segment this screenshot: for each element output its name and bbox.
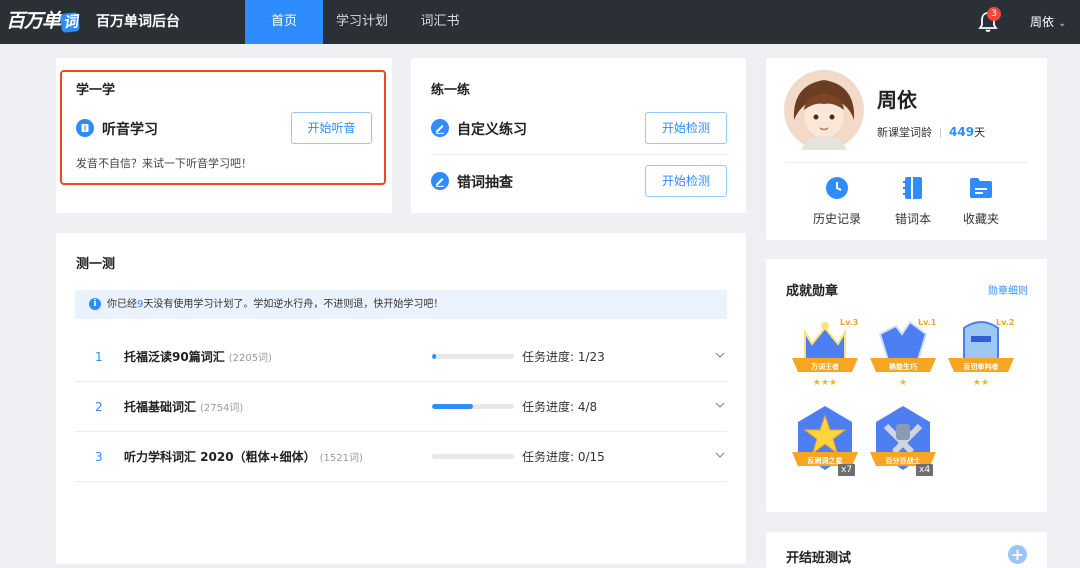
medal-count: x4 bbox=[916, 464, 934, 476]
profile-divider bbox=[786, 162, 1027, 163]
plan-progress-text: 任务进度: 4/8 bbox=[522, 400, 598, 414]
app-logo[interactable]: 百万单词 bbox=[6, 7, 82, 35]
plan-row[interactable]: 2 托福基础词汇 (2754词) 任务进度: 4/8 bbox=[75, 382, 727, 432]
svg-text:Lv.3: Lv.3 bbox=[840, 318, 858, 327]
learn-title: 学一学 bbox=[76, 83, 116, 98]
vocab-age-value: 449 bbox=[949, 125, 975, 139]
plan-progress-fill bbox=[432, 354, 436, 359]
folder-icon bbox=[970, 178, 992, 198]
vocab-age-unit: 天 bbox=[974, 126, 986, 139]
svg-text:Lv.2: Lv.2 bbox=[996, 318, 1014, 327]
notebook-icon bbox=[903, 177, 922, 199]
plan-progress-bar bbox=[432, 454, 514, 459]
tab-vocab-books[interactable]: 词汇书 bbox=[401, 0, 479, 44]
plan-progress-bar bbox=[432, 404, 514, 409]
svg-text:★: ★ bbox=[899, 378, 907, 388]
plan-word-count: (1521词) bbox=[319, 453, 363, 464]
add-class-test-button[interactable]: + bbox=[1008, 545, 1027, 564]
notice-text: 你已经9天没有使用学习计划了。学如逆水行舟，不进则退，快开始学习吧！ bbox=[107, 299, 444, 310]
chevron-down-icon[interactable] bbox=[715, 400, 725, 410]
listen-learn-label: 听音学习 bbox=[102, 122, 158, 138]
plan-progress-bar bbox=[432, 354, 514, 359]
notification-badge: 3 bbox=[987, 7, 1001, 21]
plan-row[interactable]: 1 托福泛读90篇词汇 (2205词) 任务进度: 1/23 bbox=[75, 332, 727, 382]
clock-icon bbox=[826, 177, 848, 199]
svg-text:Lv.1: Lv.1 bbox=[918, 318, 937, 327]
tab-study-plan[interactable]: 学习计划 bbox=[323, 0, 401, 44]
avatar[interactable] bbox=[784, 70, 864, 150]
user-menu-name: 周依 bbox=[1030, 15, 1055, 29]
wrong-words-label: 错词本 bbox=[894, 212, 931, 226]
svg-text:★★: ★★ bbox=[973, 378, 989, 388]
medal-practice-perfect[interactable]: Lv.1 熟能生巧 ★ bbox=[866, 314, 940, 390]
book-icon bbox=[76, 119, 94, 137]
custom-practice-label: 自定义练习 bbox=[457, 122, 527, 138]
plan-name: 托福基础词汇 (2754词) bbox=[124, 400, 244, 414]
wrong-word-start-button[interactable]: 开始检测 bbox=[645, 165, 727, 197]
medal-judge[interactable]: Lv.2 反罚审判者 ★★ bbox=[944, 314, 1018, 390]
achievements-title: 成就勋章 bbox=[786, 284, 839, 299]
badge-rules-link[interactable]: 勋章细则 bbox=[988, 282, 1028, 297]
inactivity-notice: i 你已经9天没有使用学习计划了。学如逆水行舟，不进则退，快开始学习吧！ bbox=[75, 290, 727, 319]
info-icon: i bbox=[89, 298, 101, 310]
plan-index: 1 bbox=[95, 350, 103, 364]
svg-text:★★★: ★★★ bbox=[813, 378, 837, 388]
plan-progress-text: 任务进度: 1/23 bbox=[522, 350, 605, 364]
practice-divider bbox=[431, 154, 727, 155]
history-label: 历史记录 bbox=[812, 212, 861, 226]
plan-name: 托福泛读90篇词汇 (2205词) bbox=[124, 350, 272, 364]
plan-row[interactable]: 3 听力学科词汇 2020（粗体+细体） (1521词) 任务进度: 0/15 bbox=[75, 432, 727, 482]
vocab-age: 新课堂词龄 449天 bbox=[877, 124, 985, 140]
svg-text:熟能生巧: 熟能生巧 bbox=[889, 362, 917, 371]
practice-title: 练一练 bbox=[431, 83, 471, 98]
vocab-age-label: 新课堂词龄 bbox=[877, 126, 932, 139]
chevron-down-icon[interactable] bbox=[715, 450, 725, 460]
plan-index: 2 bbox=[95, 400, 103, 414]
user-menu[interactable]: 周依 ⌄ bbox=[1030, 0, 1066, 46]
plan-word-count: (2754词) bbox=[200, 403, 244, 414]
logo-text: 百万单 bbox=[6, 10, 61, 32]
svg-text:反罚审判者: 反罚审判者 bbox=[964, 362, 999, 371]
learn-description: 发音不自信？来试一下听音学习吧！ bbox=[76, 157, 252, 170]
chevron-down-icon[interactable] bbox=[715, 350, 725, 360]
favorites-label: 收藏夹 bbox=[962, 212, 999, 226]
pencil-icon bbox=[431, 119, 449, 137]
top-nav-bar: 百万单词 百万单词后台 首页 学习计划 词汇书 3 周依 ⌄ bbox=[0, 0, 1080, 44]
start-listening-button[interactable]: 开始听音 bbox=[291, 112, 372, 144]
plan-word-count: (2205词) bbox=[228, 353, 272, 364]
logo-badge: 词 bbox=[60, 12, 80, 33]
tab-home[interactable]: 首页 bbox=[245, 0, 323, 44]
profile-name: 周依 bbox=[877, 88, 917, 112]
test-title: 测一测 bbox=[76, 257, 116, 272]
plan-progress-text: 任务进度: 0/15 bbox=[522, 450, 605, 464]
medal-word-king[interactable]: Lv.3 万词王者 ★★★ bbox=[788, 314, 862, 390]
plan-index: 3 bbox=[95, 450, 103, 464]
custom-practice-start-button[interactable]: 开始检测 bbox=[645, 112, 727, 144]
svg-text:万词王者: 万词王者 bbox=[810, 362, 839, 371]
wrong-word-check-label: 错词抽查 bbox=[457, 175, 513, 191]
pencil-icon bbox=[431, 172, 449, 190]
medal-count: x7 bbox=[838, 464, 856, 476]
app-title: 百万单词后台 bbox=[96, 14, 180, 30]
class-test-title: 开结班测试 bbox=[786, 551, 852, 566]
chevron-down-icon: ⌄ bbox=[1058, 18, 1067, 29]
plan-progress-fill bbox=[432, 404, 473, 409]
plan-name: 听力学科词汇 2020（粗体+细体） (1521词) bbox=[124, 450, 363, 464]
